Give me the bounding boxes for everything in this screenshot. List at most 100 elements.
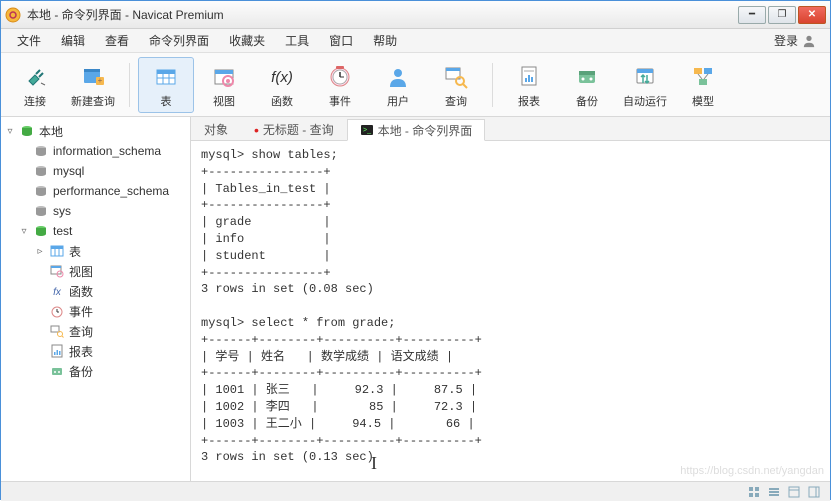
search-icon bbox=[49, 324, 65, 338]
menu-tools[interactable]: 工具 bbox=[275, 29, 319, 52]
tab-label: 对象 bbox=[204, 121, 228, 138]
login-button[interactable]: 登录 bbox=[766, 29, 824, 52]
fx-icon: f(x) bbox=[268, 61, 296, 93]
toolbar-label: 查询 bbox=[445, 93, 467, 109]
menu-help[interactable]: 帮助 bbox=[363, 29, 407, 52]
toolbar-table[interactable]: 表 bbox=[138, 57, 194, 113]
app-logo-icon bbox=[5, 7, 21, 23]
db-green-icon bbox=[33, 224, 49, 238]
fx-icon: fx bbox=[49, 284, 65, 298]
tree-item[interactable]: ▿ test bbox=[1, 221, 190, 241]
titlebar: 本地 - 命令列界面 - Navicat Premium ━ ❐ ✕ bbox=[1, 1, 830, 29]
tab[interactable]: • 无标题 - 查询 bbox=[241, 118, 347, 140]
maximize-button[interactable]: ❐ bbox=[768, 6, 796, 24]
toolbar-report[interactable]: 报表 bbox=[501, 57, 557, 113]
expand-icon[interactable]: ▹ bbox=[35, 246, 45, 257]
tree-item[interactable]: 视图 bbox=[1, 261, 190, 281]
console-output[interactable]: mysql> show tables; +----------------+ |… bbox=[191, 141, 830, 481]
toolbar-label: 事件 bbox=[329, 93, 351, 109]
toolbar-label: 报表 bbox=[518, 93, 540, 109]
minimize-button[interactable]: ━ bbox=[738, 6, 766, 24]
unsaved-dot-icon: • bbox=[254, 123, 259, 137]
menu-file[interactable]: 文件 bbox=[7, 29, 51, 52]
status-detail-icon[interactable] bbox=[784, 486, 804, 498]
search-icon bbox=[442, 61, 470, 93]
toolbar-label: 视图 bbox=[213, 93, 235, 109]
toolbar-label: 新建查询 bbox=[71, 93, 115, 109]
toolbar-plug[interactable]: 连接 bbox=[7, 57, 63, 113]
tree-label: mysql bbox=[53, 164, 84, 178]
tree-item[interactable]: ▿本地 bbox=[1, 121, 190, 141]
tree-item[interactable]: 查询 bbox=[1, 321, 190, 341]
toolbar-search[interactable]: 查询 bbox=[428, 57, 484, 113]
report-icon bbox=[49, 344, 65, 358]
expand-icon[interactable]: ▿ bbox=[19, 226, 29, 237]
tree-item[interactable]: information_schema bbox=[1, 141, 190, 161]
toolbar-backup[interactable]: 备份 bbox=[559, 57, 615, 113]
close-button[interactable]: ✕ bbox=[798, 6, 826, 24]
toolbar-user[interactable]: 用户 bbox=[370, 57, 426, 113]
event-icon bbox=[49, 304, 65, 318]
backup-icon bbox=[573, 61, 601, 93]
backup-icon bbox=[49, 364, 65, 378]
tab[interactable]: 对象 bbox=[191, 118, 241, 140]
tree-label: 事件 bbox=[69, 303, 93, 320]
menu-favorites[interactable]: 收藏夹 bbox=[219, 29, 275, 52]
tree-item[interactable]: ▹表 bbox=[1, 241, 190, 261]
menu-window[interactable]: 窗口 bbox=[319, 29, 363, 52]
toolbar: 连接 + 新建查询 表视图 f(x)函数事件 用户查询 报表 备份自动运行 模型 bbox=[1, 53, 830, 117]
status-list-icon[interactable] bbox=[764, 486, 784, 498]
toolbar-event[interactable]: 事件 bbox=[312, 57, 368, 113]
sidebar-tree[interactable]: ▿本地information_schemamysql performance_sc… bbox=[1, 117, 191, 481]
tree-label: test bbox=[53, 224, 72, 238]
menu-view[interactable]: 查看 bbox=[95, 29, 139, 52]
tab[interactable]: >_本地 - 命令列界面 bbox=[347, 119, 486, 141]
tabbar: 对象 • 无标题 - 查询 >_本地 - 命令列界面 bbox=[191, 117, 830, 141]
toolbar-label: 自动运行 bbox=[623, 93, 667, 109]
event-icon bbox=[326, 61, 354, 93]
tree-label: sys bbox=[53, 204, 71, 218]
model-icon bbox=[689, 61, 717, 93]
expand-icon[interactable]: ▿ bbox=[5, 126, 15, 137]
menu-console[interactable]: 命令列界面 bbox=[139, 29, 219, 52]
toolbar-model[interactable]: 模型 bbox=[675, 57, 731, 113]
toolbar-view[interactable]: 视图 bbox=[196, 57, 252, 113]
watermark-text: https://blog.csdn.net/yangdan bbox=[680, 465, 824, 477]
db-gray-icon bbox=[33, 144, 49, 158]
status-panel-icon[interactable] bbox=[804, 486, 824, 498]
db-gray-icon bbox=[33, 204, 49, 218]
statusbar bbox=[1, 481, 830, 501]
tree-item[interactable]: 事件 bbox=[1, 301, 190, 321]
svg-text:+: + bbox=[98, 76, 103, 85]
svg-text:>_: >_ bbox=[363, 127, 371, 134]
menu-edit[interactable]: 编辑 bbox=[51, 29, 95, 52]
tab-label: 无标题 - 查询 bbox=[263, 121, 334, 138]
user-icon bbox=[802, 34, 816, 48]
toolbar-label: 模型 bbox=[692, 93, 714, 109]
login-label: 登录 bbox=[774, 32, 798, 49]
toolbar-query[interactable]: + 新建查询 bbox=[65, 57, 121, 113]
tree-item[interactable]: fx函数 bbox=[1, 281, 190, 301]
auto-icon bbox=[631, 61, 659, 93]
plug-icon bbox=[21, 61, 49, 93]
tree-label: 表 bbox=[69, 243, 81, 260]
tree-label: performance_schema bbox=[53, 184, 169, 198]
svg-text:fx: fx bbox=[53, 287, 62, 298]
db-gray-icon bbox=[33, 164, 49, 178]
tree-label: 备份 bbox=[69, 363, 93, 380]
toolbar-fx[interactable]: f(x)函数 bbox=[254, 57, 310, 113]
table-icon bbox=[49, 244, 65, 258]
tree-item[interactable]: mysql bbox=[1, 161, 190, 181]
tree-label: 视图 bbox=[69, 263, 93, 280]
text-cursor-icon: I bbox=[371, 451, 377, 476]
report-icon bbox=[515, 61, 543, 93]
db-gray-icon bbox=[33, 184, 49, 198]
menubar: 文件 编辑 查看 命令列界面 收藏夹 工具 窗口 帮助 登录 bbox=[1, 29, 830, 53]
tree-item[interactable]: 报表 bbox=[1, 341, 190, 361]
toolbar-auto[interactable]: 自动运行 bbox=[617, 57, 673, 113]
tree-item[interactable]: sys bbox=[1, 201, 190, 221]
db-green-icon bbox=[19, 124, 35, 138]
tree-item[interactable]: performance_schema bbox=[1, 181, 190, 201]
tree-item[interactable]: 备份 bbox=[1, 361, 190, 381]
status-grid-icon[interactable] bbox=[744, 486, 764, 498]
